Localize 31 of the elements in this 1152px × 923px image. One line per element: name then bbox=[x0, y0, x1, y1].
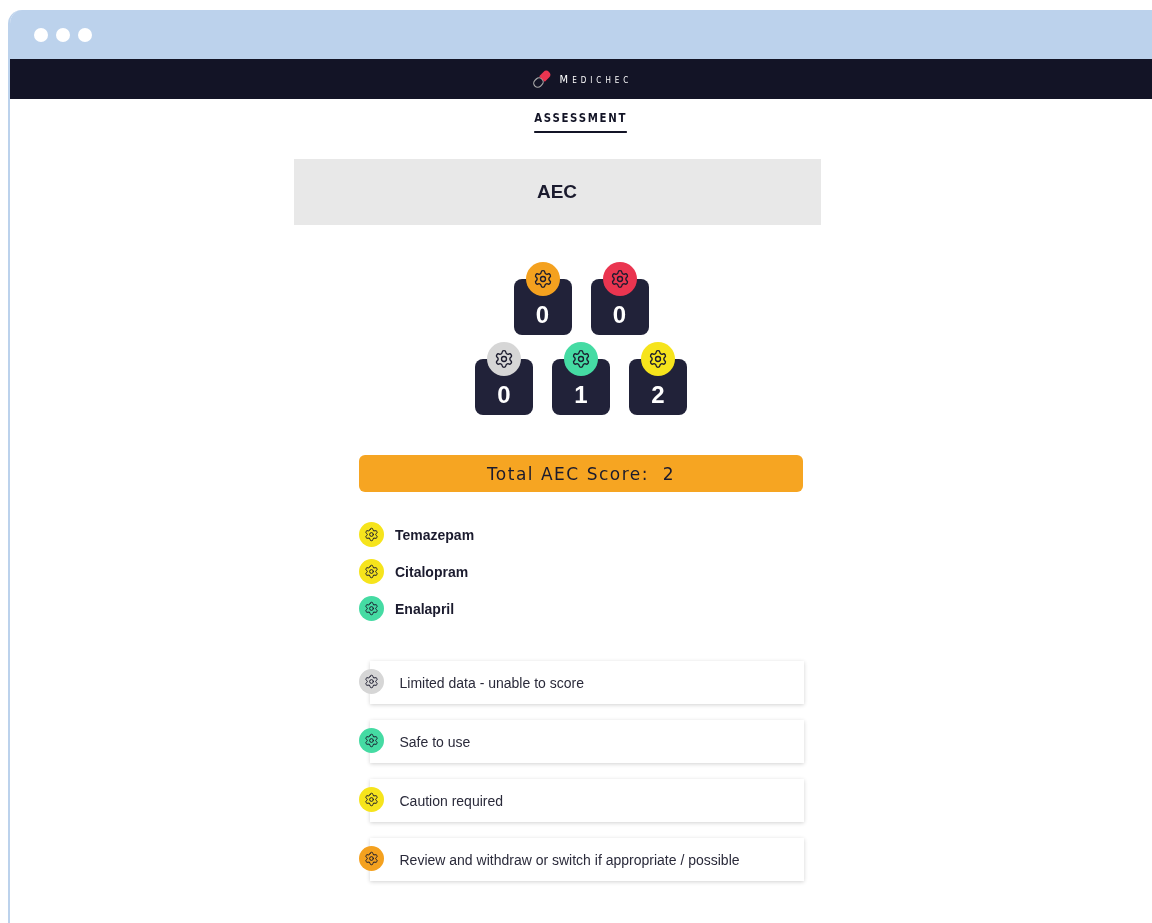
medication-name: Citalopram bbox=[395, 563, 469, 580]
gear-icon bbox=[609, 269, 630, 289]
score-count: 2 bbox=[651, 383, 665, 407]
window-dot-icon[interactable] bbox=[56, 27, 70, 42]
brand-name: MEDICHEC bbox=[559, 72, 633, 86]
window-dot-icon[interactable] bbox=[78, 27, 92, 42]
legend-label: Safe to use bbox=[399, 733, 471, 750]
score-count: 1 bbox=[574, 383, 588, 407]
gear-icon bbox=[363, 733, 379, 748]
gear-icon bbox=[363, 792, 379, 807]
medication-name: Temazepam bbox=[395, 526, 475, 543]
gear-icon bbox=[364, 564, 379, 579]
gear-icon bbox=[571, 349, 591, 369]
score-count: 0 bbox=[497, 383, 511, 407]
gear-icon bbox=[494, 349, 514, 369]
score-count: 0 bbox=[612, 303, 627, 327]
section-heading: AEC bbox=[293, 159, 821, 225]
gear-icon bbox=[364, 601, 379, 616]
legend-label: Caution required bbox=[399, 792, 503, 809]
window-dot-icon[interactable] bbox=[34, 27, 48, 42]
legend-label: Review and withdraw or switch if appropriate / possible bbox=[399, 851, 740, 868]
gear-icon bbox=[532, 269, 553, 289]
gear-icon bbox=[648, 349, 668, 369]
gear-icon bbox=[364, 527, 379, 542]
assessment-tab[interactable]: ASSESSMENT bbox=[534, 111, 628, 133]
total-score-bar: Total AEC Score: 2 bbox=[359, 455, 803, 492]
gear-icon bbox=[363, 851, 379, 866]
medication-name: Enalapril bbox=[395, 600, 455, 617]
legend-label: Limited data - unable to score bbox=[399, 674, 584, 691]
gear-icon bbox=[363, 674, 379, 689]
score-count: 0 bbox=[535, 303, 550, 327]
